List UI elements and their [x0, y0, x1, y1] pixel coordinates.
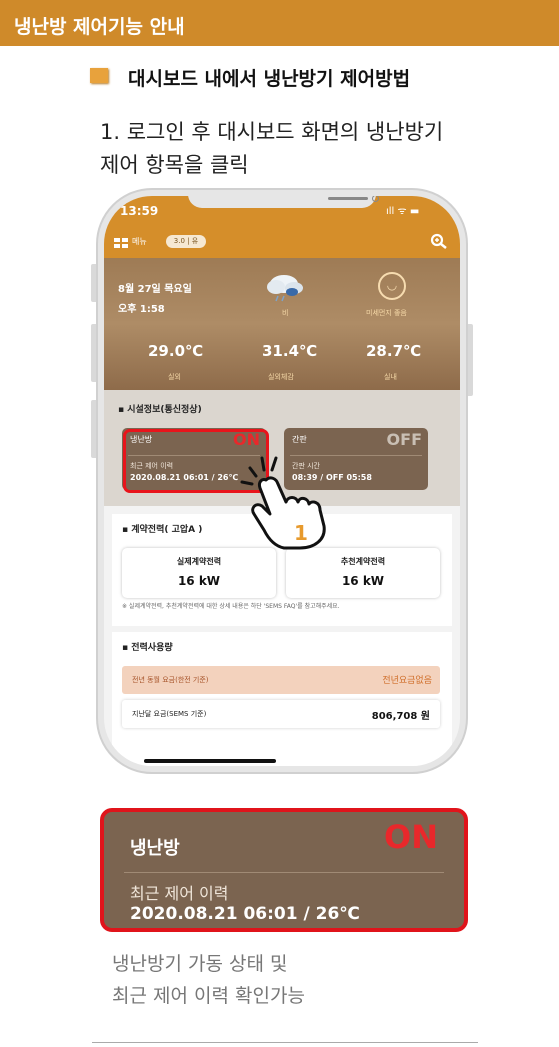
menu-grid-icon[interactable] [114, 238, 128, 248]
home-indicator [144, 759, 276, 763]
last-month-bill-row: 지난달 요금(SEMS 기준) 806,708 원 [122, 700, 440, 728]
zoom-hvac-state: ON [384, 818, 438, 856]
weather-condition: 비 [282, 309, 289, 317]
temp-outdoor: 29.0℃ [148, 342, 204, 360]
bottom-divider [92, 1042, 478, 1043]
usage-title: ▪ 전력사용량 [122, 643, 173, 653]
dust-status: 미세먼지 좋음 [366, 309, 407, 317]
signboard-label: 간판 [292, 435, 307, 444]
temp-indoor-label: 실내 [384, 373, 397, 381]
facility-title: ▪ 시설정보(통신정상) [118, 405, 202, 415]
section-bullet-icon [90, 68, 108, 83]
signal-wifi-battery-icon: ıll ᯤ ▬ [386, 206, 420, 217]
hand-step-number: 1 [294, 521, 308, 545]
last-month-bill-value: 806,708 원 [371, 711, 430, 722]
zoom-history-label: 최근 제어 이력 [130, 884, 229, 903]
recommended-contract-label: 추천계약전력 [340, 557, 386, 566]
page-title: 냉난방 제어기능 안내 [14, 16, 185, 38]
caption: 냉난방기 가동 상태 및 최근 제어 이력 확인가능 [112, 948, 305, 1012]
tap-hand-icon: 1 [232, 450, 342, 550]
last-year-bill-label: 전년 동월 요금(한전 기준) [132, 676, 209, 684]
step-line-1: 1. 로그인 후 대시보드 화면의 냉난방기 [100, 120, 444, 144]
recommended-contract-value: 16 kW [341, 574, 385, 588]
step-instruction: 1. 로그인 후 대시보드 화면의 냉난방기 제어 항목을 클릭 [100, 116, 520, 182]
divider [124, 872, 444, 873]
signboard-state: OFF [386, 430, 422, 449]
recommended-contract-box: 추천계약전력 16 kW [286, 548, 440, 598]
section-title: 대시보드 내에서 냉난방기 제어방법 [128, 68, 411, 90]
smile-face-icon: ◡ [378, 272, 406, 300]
weather-time: 오후 1:58 [118, 304, 165, 315]
caption-line-2: 최근 제어 이력 확인가능 [112, 985, 305, 1007]
temp-outdoor-label: 실외 [168, 373, 181, 381]
temp-feels-like: 31.4℃ [262, 342, 318, 360]
power-usage-section: ▪ 전력사용량 전년 동월 요금(한전 기준) 전년요금없음 지난달 요금(SE… [112, 632, 452, 766]
camera-icon [372, 196, 379, 202]
contract-note: ※ 실제계약전력, 추천계약전력에 대한 상세 내용은 하단 'SEMS FAQ… [122, 603, 340, 610]
step-line-2: 제어 항목을 클릭 [100, 153, 249, 177]
zoom-hvac-label: 냉난방 [130, 838, 180, 859]
page: 냉난방 제어기능 안내 대시보드 내에서 냉난방기 제어방법 1. 로그인 후 … [0, 0, 559, 1047]
zoom-history-value: 2020.08.21 06:01 / 26℃ [130, 904, 360, 924]
app-header: 13:59 ıll ᯤ ▬ 메뉴 3.0 | 유 [104, 196, 460, 258]
temp-indoor: 28.7℃ [366, 342, 422, 360]
menu-label[interactable]: 메뉴 [132, 236, 147, 247]
weather-panel: 8월 27일 목요일 오후 1:58 비 미세먼지 좋음 ◡ 29.0℃ 31.… [104, 258, 460, 390]
search-icon[interactable] [430, 233, 448, 253]
speaker-icon [328, 197, 368, 200]
last-year-bill-value: 전년요금없음 [382, 676, 432, 686]
actual-contract-value: 16 kW [177, 574, 221, 588]
rain-cloud-icon [264, 270, 308, 304]
actual-contract-label: 실제계약전력 [176, 557, 222, 566]
status-time: 13:59 [120, 204, 159, 218]
temp-feels-like-label: 실외체감 [268, 373, 294, 381]
phone-notch [188, 196, 379, 208]
last-month-bill-label: 지난달 요금(SEMS 기준) [132, 710, 207, 718]
hvac-card-zoom: 냉난방 ON 최근 제어 이력 2020.08.21 06:01 / 26℃ [100, 808, 468, 932]
header-bar: 냉난방 제어기능 안내 [0, 0, 559, 46]
weather-date: 8월 27일 목요일 [118, 284, 192, 295]
caption-line-1: 냉난방기 가동 상태 및 [112, 953, 288, 975]
contract-title: ▪ 계약전력( 고압A ) [122, 525, 203, 535]
last-year-bill-row: 전년 동월 요금(한전 기준) 전년요금없음 [122, 666, 440, 694]
version-badge: 3.0 | 유 [166, 235, 206, 248]
actual-contract-box: 실제계약전력 16 kW [122, 548, 276, 598]
